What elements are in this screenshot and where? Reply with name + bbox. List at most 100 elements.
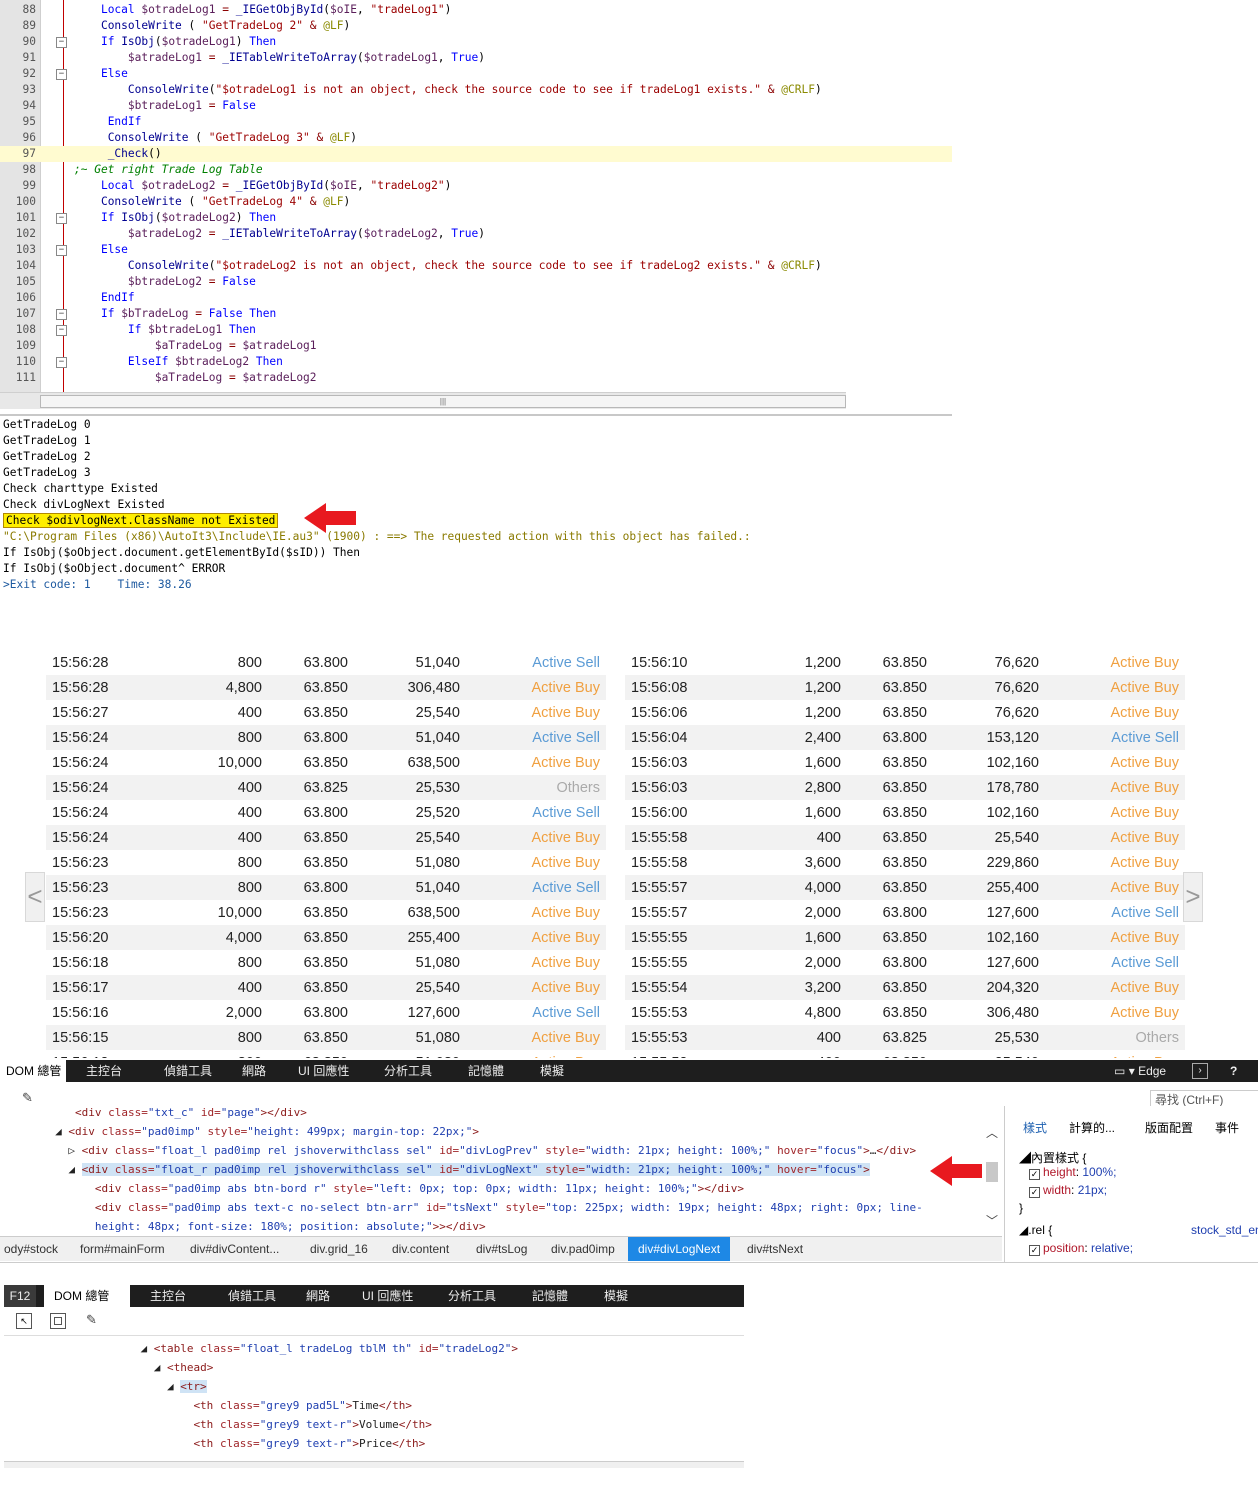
eyedropper-icon[interactable]: ✎: [86, 1312, 97, 1328]
scroll-up-icon[interactable]: ︿: [986, 1124, 998, 1141]
tab-profiler[interactable]: 分析工具: [384, 1060, 432, 1082]
code-line[interactable]: 105 $btradeLog2 = False: [0, 274, 952, 290]
tab-console[interactable]: 主控台: [86, 1060, 122, 1082]
trade-type: Active Buy: [1039, 925, 1185, 950]
table-row: 15:55:57 2,000 63.800 127,600 Active Sell: [625, 900, 1185, 925]
style-prop-position[interactable]: ✓ position: relative;: [1029, 1241, 1133, 1256]
code-line[interactable]: 92 − Else: [0, 66, 952, 82]
breadcrumb-item[interactable]: div#tsLog: [476, 1237, 527, 1261]
tab-ui-responsiveness[interactable]: UI 回應性: [362, 1285, 413, 1307]
fold-toggle-icon[interactable]: −: [56, 245, 67, 256]
horizontal-scrollbar[interactable]: |||: [0, 392, 846, 409]
style-prop-height[interactable]: ✓ height: 100%;: [1029, 1165, 1116, 1180]
rule-source-link[interactable]: stock_std_en: [1191, 1223, 1258, 1237]
code-line[interactable]: 99 Local $otradeLog2 = _IEGetObjById($oI…: [0, 178, 952, 194]
dom-tree-scrollbar[interactable]: ︿ ﹀: [984, 1122, 1000, 1234]
breadcrumb-item[interactable]: div#divLogNext: [628, 1237, 731, 1261]
code-line[interactable]: 101 − If IsObj($otradeLog2) Then: [0, 210, 952, 226]
breadcrumb-item[interactable]: div.grid_16: [310, 1237, 368, 1261]
dom-node[interactable]: <th class="grey9 pad5L">Time</th>: [8, 1396, 412, 1415]
code-line[interactable]: 104 ConsoleWrite("$otradeLog2 is not an …: [0, 258, 952, 274]
dom-node[interactable]: ◢ <table class="float_l tradeLog tblM th…: [8, 1339, 518, 1358]
code-line[interactable]: 96 ConsoleWrite ( "GetTradeLog 3" & @LF): [0, 130, 952, 146]
breadcrumb-item[interactable]: div.pad0imp: [551, 1237, 615, 1261]
checkbox-icon[interactable]: ✓: [1029, 1169, 1040, 1180]
dom-node[interactable]: height: 48px; font-size: 180%; position:…: [22, 1217, 486, 1236]
dom-node[interactable]: <div class="pad0imp abs text-c no-select…: [22, 1198, 923, 1217]
code-line[interactable]: 91 $atradeLog1 = _IETableWriteToArray($o…: [0, 50, 952, 66]
fold-toggle-icon[interactable]: −: [56, 357, 67, 368]
fold-toggle-icon[interactable]: −: [56, 309, 67, 320]
dom-node[interactable]: <div class="pad0imp abs btn-bord r" styl…: [22, 1179, 744, 1198]
tab-dom-explorer[interactable]: DOM 總管: [0, 1060, 66, 1082]
code-line[interactable]: 90 − If IsObj($otradeLog1) Then: [0, 34, 952, 50]
breadcrumb-item[interactable]: form#mainForm: [80, 1237, 165, 1261]
breadcrumb-item[interactable]: div.content: [392, 1237, 449, 1261]
checkbox-icon[interactable]: ✓: [1029, 1245, 1040, 1256]
code-line[interactable]: 94 $btradeLog1 = False: [0, 98, 952, 114]
select-element-icon[interactable]: ↖: [16, 1313, 32, 1329]
code-line[interactable]: 95 EndIf: [0, 114, 952, 130]
tab-network[interactable]: 網路: [306, 1285, 330, 1307]
code-line[interactable]: 103 − Else: [0, 242, 952, 258]
code-line[interactable]: 107 − If $bTradeLog = False Then: [0, 306, 952, 322]
trade-price: 63.850: [262, 975, 348, 1000]
breadcrumb-item[interactable]: div#divContent...: [190, 1237, 279, 1261]
fold-toggle-icon[interactable]: −: [56, 69, 67, 80]
tab-ui-responsiveness[interactable]: UI 回應性: [298, 1060, 349, 1082]
code-line[interactable]: 89 ConsoleWrite ( "GetTradeLog 2" & @LF): [0, 18, 952, 34]
tab-memory[interactable]: 記憶體: [532, 1285, 568, 1307]
prev-page-button[interactable]: <: [25, 872, 45, 922]
tab-memory[interactable]: 記憶體: [468, 1060, 504, 1082]
code-line[interactable]: 108 − If $btradeLog1 Then: [0, 322, 952, 338]
dom-node[interactable]: <div class="txt_c" id="page"></div>: [22, 1103, 307, 1122]
dom-node[interactable]: ◢ <tr>: [8, 1377, 207, 1396]
dom-node[interactable]: ◢ <thead>: [8, 1358, 214, 1377]
code-line[interactable]: 109 $aTradeLog = $atradeLog1: [0, 338, 952, 354]
code-editor[interactable]: 88 Local $otradeLog1 = _IEGetObjById($oI…: [0, 0, 952, 416]
code-line[interactable]: 97 _Check(): [0, 146, 952, 162]
dom-node[interactable]: <th class="grey9 text-r">Volume</th>: [8, 1415, 431, 1434]
code-line[interactable]: 88 Local $otradeLog1 = _IEGetObjById($oI…: [0, 2, 952, 18]
code-line[interactable]: 102 $atradeLog2 = _IETableWriteToArray($…: [0, 226, 952, 242]
code-line[interactable]: 111 $aTradeLog = $atradeLog2: [0, 370, 952, 386]
tab-console[interactable]: 主控台: [150, 1285, 186, 1307]
table-row: 15:55:5240063.85025,540Active Buy: [625, 1050, 1185, 1059]
dom-node[interactable]: <th class="grey9 text-r">Price</th>: [8, 1434, 425, 1453]
tab-network[interactable]: 網路: [242, 1060, 266, 1082]
panel-tab-layout[interactable]: 版面配置: [1145, 1119, 1193, 1136]
fold-toggle-icon[interactable]: −: [56, 37, 67, 48]
tab-profiler[interactable]: 分析工具: [448, 1285, 496, 1307]
panel-tab-styles[interactable]: 樣式: [1023, 1119, 1047, 1136]
tab-debugger[interactable]: 偵錯工具: [164, 1060, 212, 1082]
console-toggle-icon[interactable]: ›: [1192, 1063, 1208, 1079]
code-line[interactable]: 100 ConsoleWrite ( "GetTradeLog 4" & @LF…: [0, 194, 952, 210]
code-line[interactable]: 106 EndIf: [0, 290, 952, 306]
fold-toggle-icon[interactable]: −: [56, 325, 67, 336]
checkbox-icon[interactable]: ✓: [1029, 1187, 1040, 1198]
code-line[interactable]: 110 − ElseIf $btradeLog2 Then: [0, 354, 952, 370]
fold-toggle-icon[interactable]: −: [56, 213, 67, 224]
tab-emulation[interactable]: 模擬: [604, 1285, 628, 1307]
scroll-down-icon[interactable]: ﹀: [986, 1212, 998, 1229]
browser-mode-selector[interactable]: ▭ ▾ Edge: [1114, 1060, 1166, 1082]
dom-node[interactable]: ▷ <div class="float_l pad0imp rel jshove…: [22, 1141, 916, 1160]
dom-node[interactable]: ◢ <div class="float_r pad0imp rel jshove…: [22, 1160, 870, 1179]
trade-amount: 127,600: [986, 904, 1039, 921]
breadcrumb-item[interactable]: div#tsNext: [747, 1237, 803, 1261]
highlight-element-icon[interactable]: [50, 1313, 66, 1329]
dom-node[interactable]: ◢ <div class="pad0imp" style="height: 49…: [22, 1122, 479, 1141]
tab-debugger[interactable]: 偵錯工具: [228, 1285, 276, 1307]
tab-emulation[interactable]: 模擬: [540, 1060, 564, 1082]
panel-tab-computed[interactable]: 計算的...: [1069, 1119, 1115, 1136]
scrollbar-thumb[interactable]: |||: [40, 395, 846, 408]
style-prop-width[interactable]: ✓ width: 21px;: [1029, 1183, 1107, 1198]
scrollbar-thumb[interactable]: [986, 1162, 998, 1182]
help-button[interactable]: ?: [1230, 1060, 1237, 1082]
panel-tab-events[interactable]: 事件: [1215, 1119, 1239, 1136]
code-line[interactable]: 93 ConsoleWrite("$otradeLog1 is not an o…: [0, 82, 952, 98]
breadcrumb-item[interactable]: ody#stock: [4, 1237, 58, 1261]
code-line[interactable]: 98 ;~ Get right Trade Log Table: [0, 162, 952, 178]
tab-dom-explorer[interactable]: DOM 總管: [44, 1285, 130, 1307]
next-page-button[interactable]: >: [1183, 872, 1203, 922]
